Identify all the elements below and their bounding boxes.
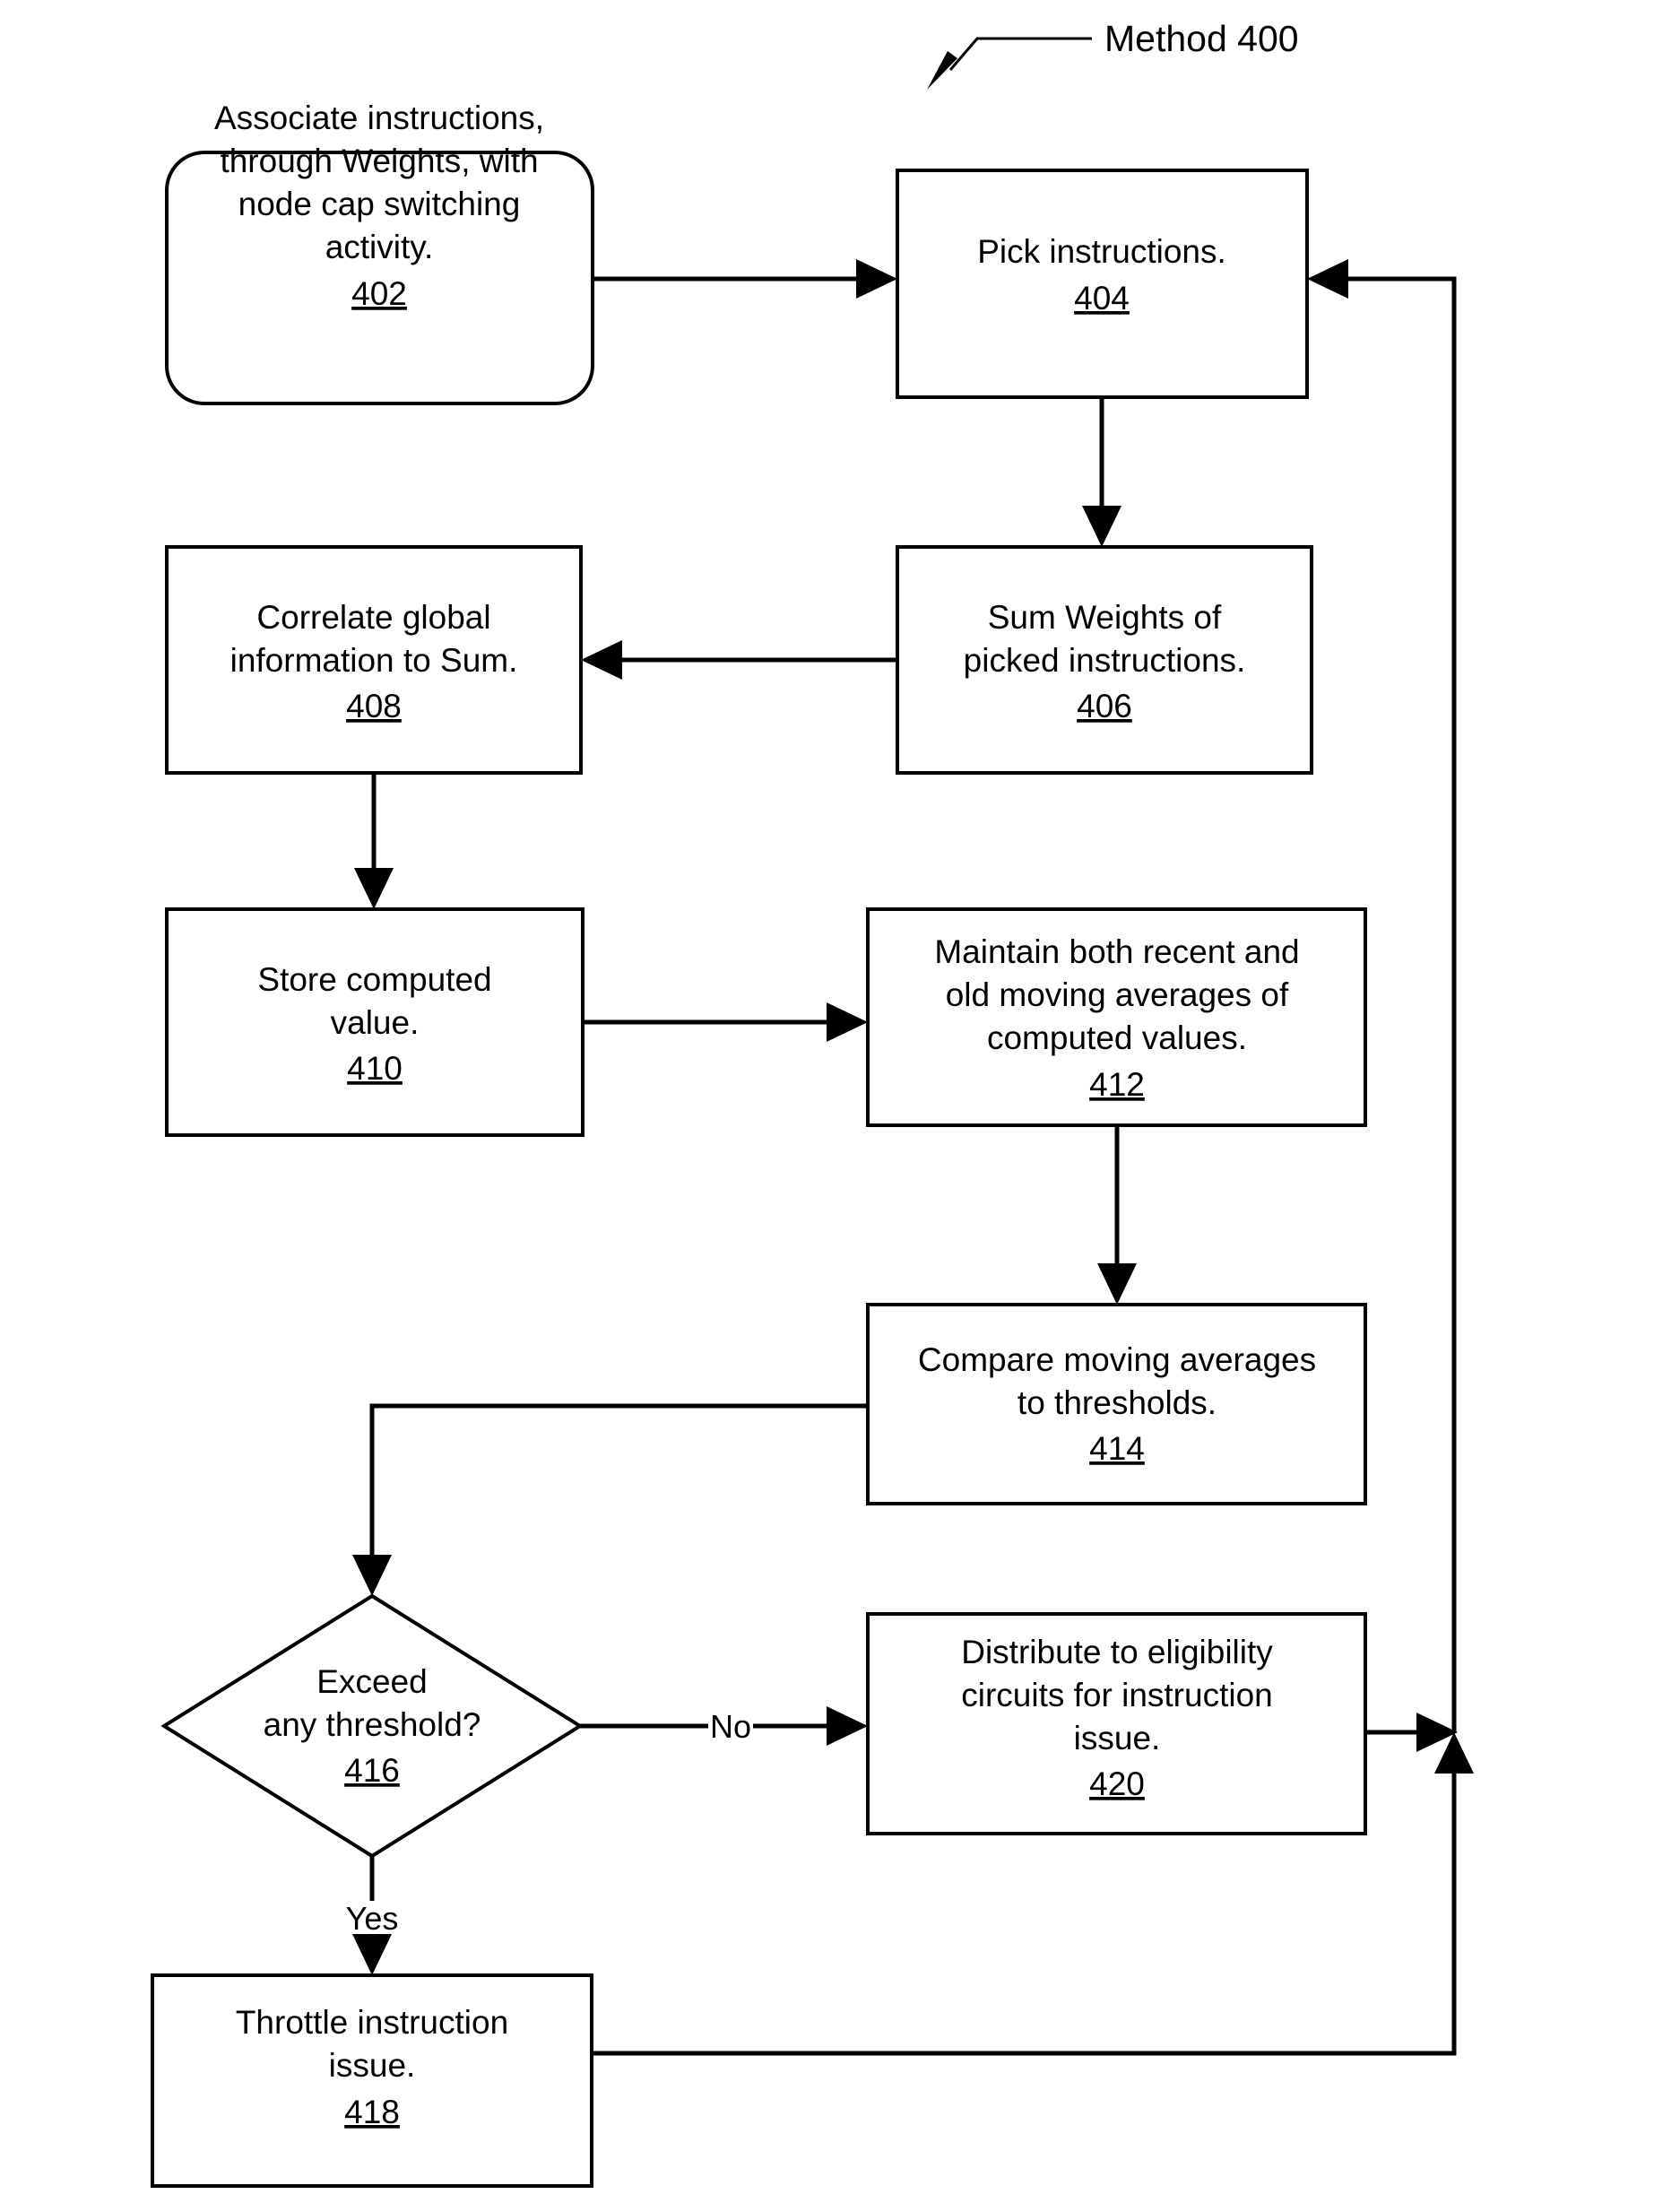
node-412[interactable]: Maintain both recent and old moving aver… — [866, 907, 1367, 1127]
node-416-line-0: Exceed — [316, 1663, 427, 1700]
edge-406-to-408 — [581, 640, 897, 680]
edge-label-yes: Yes — [346, 1900, 399, 1937]
node-414-line-1: to thresholds. — [1018, 1384, 1217, 1421]
edge-408-to-410 — [354, 773, 394, 909]
edge-410-to-412 — [583, 1002, 868, 1042]
edge-402-to-404 — [593, 259, 897, 299]
edge-404-406-arrowhead — [1082, 506, 1121, 547]
node-404[interactable]: Pick instructions. 404 — [896, 169, 1309, 399]
node-418-line-0: Throttle instruction — [236, 2004, 508, 2041]
node-416-line-1: any threshold? — [264, 1706, 481, 1743]
node-402-ref: 402 — [351, 275, 407, 312]
node-408-ref: 408 — [346, 688, 402, 724]
node-402-line-1: through Weights, with — [220, 143, 538, 179]
node-414-ref: 414 — [1089, 1430, 1145, 1467]
node-402[interactable]: Associate instructions, through Weights,… — [165, 100, 594, 405]
figure-title: Method 400 — [1104, 18, 1299, 59]
node-418-line-1: issue. — [329, 2047, 416, 2084]
node-402-line-0: Associate instructions, — [214, 100, 544, 136]
flowchart-svg: Method 400 Associate instructions, throu… — [151, 18, 1474, 2188]
node-406-line-1: picked instructions. — [964, 642, 1246, 679]
edge-420-to-trunk — [1365, 1713, 1458, 1752]
node-412-line-1: old moving averages of — [946, 976, 1289, 1013]
node-420-line-1: circuits for instruction — [961, 1677, 1273, 1713]
edge-406-408-arrowhead — [581, 640, 622, 680]
edge-416-to-418-yes: Yes — [346, 1856, 399, 1975]
node-410-ref: 410 — [347, 1050, 403, 1087]
node-416[interactable]: Exceed any threshold? 416 — [160, 1593, 584, 1859]
node-406-ref: 406 — [1077, 688, 1132, 724]
node-404-line-0: Pick instructions. — [977, 233, 1226, 270]
node-404-ref: 404 — [1074, 280, 1130, 317]
node-406-line-0: Sum Weights of — [988, 599, 1222, 636]
edge-408-410-arrowhead — [354, 868, 394, 909]
node-408[interactable]: Correlate global information to Sum. 408 — [165, 545, 583, 775]
title-leader-arrowhead — [927, 51, 957, 90]
node-416-ref: 416 — [344, 1752, 400, 1789]
edge-412-to-414 — [1097, 1125, 1137, 1305]
node-420-ref: 420 — [1089, 1765, 1145, 1802]
node-420-line-0: Distribute to eligibility — [961, 1634, 1273, 1670]
edge-416-to-420-no: No — [580, 1706, 868, 1746]
node-414-line-0: Compare moving averages — [918, 1341, 1316, 1378]
node-410-line-0: Store computed — [257, 961, 491, 998]
node-402-line-3: activity. — [325, 229, 434, 265]
node-418-ref: 418 — [344, 2094, 400, 2130]
edge-414-to-416 — [352, 1403, 868, 1596]
node-412-ref: 412 — [1089, 1066, 1145, 1103]
node-410-line-1: value. — [331, 1004, 420, 1041]
node-412-line-0: Maintain both recent and — [934, 933, 1299, 970]
edge-404-to-406 — [1082, 397, 1121, 547]
node-420[interactable]: Distribute to eligibility circuits for i… — [866, 1612, 1367, 1835]
edge-414-416-arrowhead — [352, 1555, 392, 1596]
edge-402-404-arrowhead — [856, 259, 897, 299]
node-414[interactable]: Compare moving averages to thresholds. 4… — [866, 1303, 1367, 1505]
node-408-line-0: Correlate global — [256, 599, 490, 636]
figure-title-leader — [927, 37, 1092, 90]
node-420-line-2: issue. — [1074, 1720, 1161, 1756]
node-412-line-2: computed values. — [987, 1019, 1247, 1056]
edge-label-no: No — [710, 1708, 751, 1745]
edge-414-416-line — [369, 1403, 868, 1573]
node-406[interactable]: Sum Weights of picked instructions. 406 — [896, 545, 1313, 775]
edge-410-412-arrowhead — [827, 1002, 868, 1042]
node-408-line-1: information to Sum. — [230, 642, 518, 679]
flowchart-canvas: Method 400 Associate instructions, throu… — [0, 0, 1680, 2203]
title-leader-line — [948, 37, 1092, 71]
edge-trunk-404-arrowhead — [1307, 259, 1348, 299]
edge-416-418-arrowhead — [352, 1934, 392, 1975]
edge-412-414-arrowhead — [1097, 1263, 1137, 1305]
node-418[interactable]: Throttle instruction issue. 418 — [151, 1973, 593, 2188]
edge-416-420-arrowhead — [827, 1706, 868, 1746]
node-402-line-2: node cap switching — [238, 186, 521, 222]
node-410[interactable]: Store computed value. 410 — [165, 907, 585, 1137]
